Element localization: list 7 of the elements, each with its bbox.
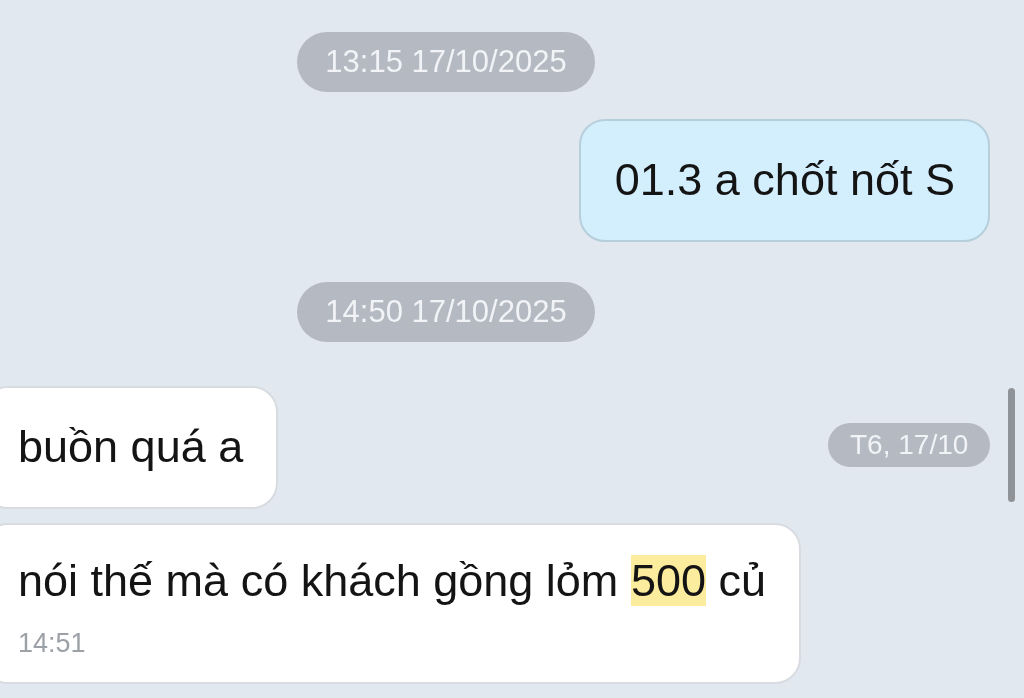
message-text: nói thế mà có khách gồng lỏm 500 củ xyxy=(18,554,766,608)
message-text: 01.3 a chốt nốt S xyxy=(614,153,955,207)
timestamp: 14:50 17/10/2025 xyxy=(297,282,595,342)
message-time: 14:51 xyxy=(18,627,87,660)
message-text: buồn quá a xyxy=(18,420,244,474)
date-label: T6, 17/10 xyxy=(828,423,991,467)
timestamp: 13:15 17/10/2025 xyxy=(297,32,595,92)
